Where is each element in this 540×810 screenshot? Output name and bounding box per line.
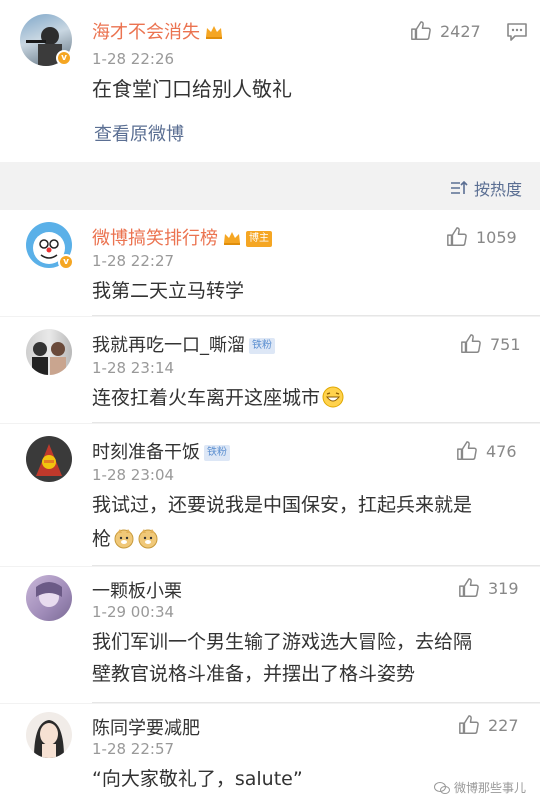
sort-by-hot-button[interactable]: 按热度 (450, 176, 522, 200)
comment-text-line-2: 壁教官说格斗准备，并摆出了格斗姿势 (92, 663, 416, 685)
sort-bar: 按热度 (0, 162, 540, 210)
comment-item: v 微博搞笑排行榜 博主 1-28 22:27 1059 我第二天立马转学 (0, 210, 540, 316)
sort-label: 按热度 (473, 180, 522, 199)
sort-icon (450, 180, 468, 194)
commenter-name[interactable]: 时刻准备干饭 铁粉 (92, 438, 230, 464)
post-like-count: 2427 (440, 21, 481, 41)
comment-like-count: 227 (488, 715, 519, 735)
comment-item: 我就再吃一口_嘶溜 铁粉 1-28 23:14 751 连夜扛着火车离开这座城市 (0, 317, 540, 423)
watermark: 微博那些事儿 (433, 779, 526, 796)
post-like-button[interactable]: 2427 (410, 20, 481, 42)
view-original-link[interactable]: 查看原微博 (94, 120, 184, 146)
comment-like-count: 751 (490, 334, 521, 354)
commenter-name[interactable]: 微博搞笑排行榜 博主 (92, 224, 272, 250)
fan-tag: 铁粉 (249, 338, 275, 354)
comment-like-count: 319 (488, 578, 519, 598)
commenter-avatar[interactable] (26, 436, 72, 482)
thumbs-up-icon (459, 578, 479, 597)
commenter-name[interactable]: 我就再吃一口_嘶溜 铁粉 (92, 331, 275, 357)
comment-text-line-2: 枪 (92, 522, 159, 556)
author-tag: 博主 (246, 231, 272, 247)
comment-text: “向大家敬礼了，salute” (92, 768, 303, 790)
thumbs-up-icon (457, 441, 477, 460)
comment-like-count: 476 (486, 441, 517, 461)
thumbs-up-icon (461, 334, 481, 353)
comment-icon[interactable] (506, 22, 528, 42)
commenter-avatar[interactable] (26, 329, 72, 375)
comment-text: 连夜扛着火车离开这座城市 (92, 381, 344, 415)
comment-like-button[interactable]: 476 (456, 440, 517, 462)
post-text: 在食堂门口给别人敬礼 (92, 77, 292, 101)
commenter-avatar[interactable] (26, 712, 72, 758)
commenter-name[interactable]: 陈同学要减肥 (92, 714, 200, 740)
wechat-icon (433, 781, 450, 794)
verified-badge-icon: v (58, 254, 74, 270)
doge-emoji-icon (114, 529, 134, 549)
comment-time: 1-28 22:57 (92, 740, 175, 758)
crown-icon (206, 26, 222, 39)
divider (92, 422, 540, 423)
comment-item: 时刻准备干饭 铁粉 1-28 23:04 476 我试过，还要说我是中国保安，扛起… (0, 424, 540, 566)
comment-like-button[interactable]: 319 (458, 577, 519, 599)
comment-time: 1-28 23:04 (92, 466, 175, 484)
thumbs-up-icon (411, 21, 431, 40)
divider (92, 315, 540, 316)
comment-item: 一颗板小栗 1-29 00:34 319 我们军训一个男生输了游戏选大冒险，去给… (0, 567, 540, 703)
comment-like-button[interactable]: 751 (460, 333, 521, 355)
watermark-text: 微博那些事儿 (453, 781, 526, 795)
crown-icon (224, 232, 240, 245)
thumbs-up-icon (447, 227, 467, 246)
divider (92, 565, 540, 566)
comment-text-line-1: 我们军训一个男生输了游戏选大冒险，去给隔 (92, 631, 473, 653)
comment-text: 我第二天立马转学 (92, 280, 245, 302)
grin-emoji-icon (322, 386, 344, 408)
commenter-avatar[interactable] (26, 575, 72, 621)
divider (92, 702, 540, 703)
comment-like-button[interactable]: 227 (458, 714, 519, 736)
thumbs-up-icon (459, 715, 479, 734)
comment-like-count: 1059 (476, 227, 517, 247)
post-author-name[interactable]: 海才不会消失 (92, 18, 224, 44)
fan-tag: 铁粉 (204, 445, 230, 461)
post-time: 1-28 22:26 (92, 50, 175, 68)
verified-badge-icon: v (56, 50, 72, 66)
comment-like-button[interactable]: 1059 (446, 226, 517, 248)
commenter-name[interactable]: 一颗板小栗 (92, 577, 182, 603)
doge-emoji-icon (138, 529, 158, 549)
comment-text-line-1: 我试过，还要说我是中国保安，扛起兵来就是 (92, 494, 473, 516)
comment-time: 1-28 22:27 (92, 252, 175, 270)
original-post-card: v 海才不会消失 1-28 22:26 2427 在食堂门口给别人敬礼 查看原微… (0, 0, 540, 162)
comment-time: 1-29 00:34 (92, 603, 175, 621)
comment-time: 1-28 23:14 (92, 359, 175, 377)
